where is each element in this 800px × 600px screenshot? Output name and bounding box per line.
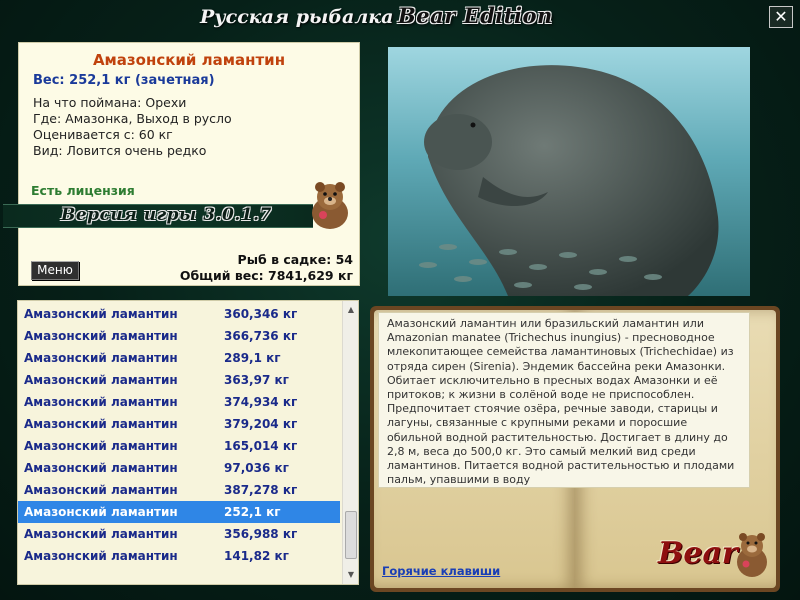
list-item-selected[interactable]: Амазонский ламантин 252,1 кг <box>18 501 340 523</box>
list-item[interactable]: Амазонский ламантин 289,1 кг <box>18 347 340 369</box>
edition-title: Bear Edition <box>398 3 553 28</box>
fish-info-panel: Амазонский ламантин Вес: 252,1 кг (зачет… <box>3 42 360 286</box>
bear-logo-text: Bear <box>658 536 738 571</box>
list-item[interactable]: Амазонский ламантин 360,346 кг <box>18 303 340 325</box>
fish-photo <box>388 47 750 296</box>
fish-weight: Вес: 252,1 кг (зачетная) <box>33 73 215 88</box>
scroll-up-arrow-icon[interactable]: ▲ <box>344 303 358 317</box>
list-item[interactable]: Амазонский ламантин 356,988 кг <box>18 523 340 545</box>
list-item[interactable]: Амазонский ламантин 366,736 кг <box>18 325 340 347</box>
valued-from-info: Оценивается с: 60 кг <box>33 127 173 142</box>
license-status: Есть лицензия <box>31 183 135 198</box>
list-item[interactable]: Амазонский ламантин 97,036 кг <box>18 457 340 479</box>
description-book: Амазонский ламантин или бразильский лама… <box>370 302 780 592</box>
app-title: Русская рыбалка <box>200 6 394 28</box>
location-info: Где: Амазонка, Выход в русло <box>33 111 232 126</box>
fish-description: Амазонский ламантин или бразильский лама… <box>378 312 750 488</box>
list-item[interactable]: Амазонский ламантин 387,278 кг <box>18 479 340 501</box>
bear-logo: Bear <box>654 524 774 586</box>
scroll-thumb[interactable] <box>345 511 357 559</box>
rarity-info: Вид: Ловится очень редко <box>33 143 207 158</box>
bear-mascot-icon <box>303 177 357 231</box>
catch-list[interactable]: Амазонский ламантин 360,346 кг Амазонски… <box>17 300 359 585</box>
scroll-down-arrow-icon[interactable]: ▼ <box>344 568 358 582</box>
list-item[interactable]: Амазонский ламантин 363,97 кг <box>18 369 340 391</box>
list-item[interactable]: Амазонский ламантин 374,934 кг <box>18 391 340 413</box>
list-item[interactable]: Амазонский ламантин 165,014 кг <box>18 435 340 457</box>
version-banner: Версия игры 3.0.1.7 <box>3 204 313 228</box>
menu-button[interactable]: Меню <box>31 261 79 280</box>
bait-info: На что поймана: Орехи <box>33 95 187 110</box>
list-item[interactable]: Амазонский ламантин 379,204 кг <box>18 413 340 435</box>
fish-name: Амазонский ламантин <box>92 51 286 69</box>
bear-logo-icon <box>737 533 767 577</box>
list-item[interactable]: Амазонский ламантин 141,82 кг <box>18 545 340 567</box>
hotkeys-link[interactable]: Горячие клавиши <box>382 564 500 578</box>
list-scrollbar[interactable]: ▲ ▼ <box>342 301 358 584</box>
title-bar: Русская рыбалка Bear Edition ✕ <box>0 0 800 36</box>
total-weight: Общий вес: 7841,629 кг <box>179 268 353 283</box>
version-label: Версия игры 3.0.1.7 <box>61 205 272 225</box>
close-button[interactable]: ✕ <box>769 6 793 28</box>
cage-count: Рыб в садке: 54 <box>237 252 353 267</box>
